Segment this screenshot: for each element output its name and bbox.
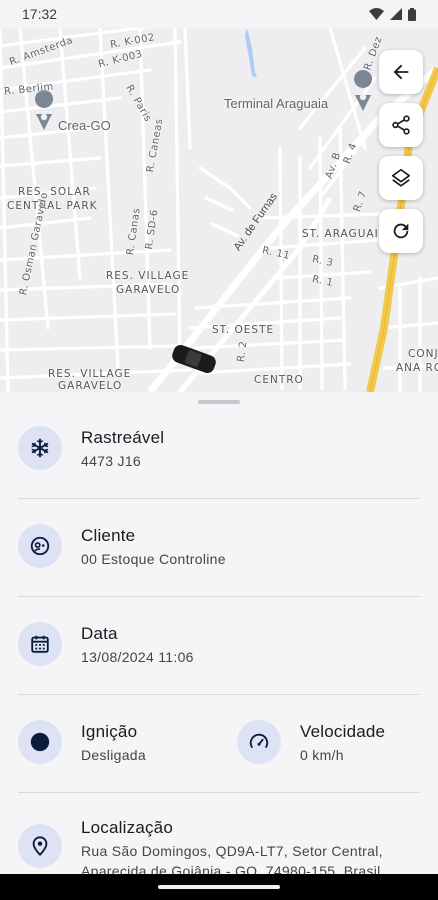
ignicao-value: Desligada xyxy=(81,747,146,763)
rastreavel-value: 4473 J16 xyxy=(81,453,142,469)
map-label-st-oeste: ST. OESTE xyxy=(212,324,275,336)
velocidade-title: Velocidade xyxy=(300,722,386,741)
ignition-status-icon xyxy=(30,732,50,752)
ignicao-velocidade-row: Ignição Desligada Velocidade 0 km/h xyxy=(0,720,438,765)
data-row: Data 13/08/2024 11:06 xyxy=(0,622,438,667)
status-icons xyxy=(369,7,416,21)
map-label-conj: CONJ xyxy=(408,348,438,360)
cliente-icon-badge xyxy=(18,524,62,568)
localizacao-line1: Rua São Domingos, QD9A-LT7, Setor Centra… xyxy=(81,843,383,859)
data-title: Data xyxy=(81,624,118,643)
map-label-res-village-2: RES. VILLAGE xyxy=(48,368,132,380)
share-button[interactable] xyxy=(379,103,423,147)
map-label-central-park: CENTRAL PARK xyxy=(7,200,98,212)
rastreavel-icon-badge xyxy=(18,426,62,470)
data-icon-badge xyxy=(18,622,62,666)
velocidade-value: 0 km/h xyxy=(300,747,344,763)
back-button[interactable] xyxy=(379,50,423,94)
map-label-garavelo-1: GARAVELO xyxy=(116,284,181,296)
layers-icon xyxy=(391,168,411,187)
status-time: 17:32 xyxy=(22,6,58,22)
home-gesture-pill[interactable] xyxy=(158,885,280,889)
system-nav-bar xyxy=(0,874,438,900)
drag-handle[interactable] xyxy=(198,400,240,404)
cliente-value: 00 Estoque Controline xyxy=(81,551,226,567)
cliente-title: Cliente xyxy=(81,526,136,545)
cliente-row: Cliente 00 Estoque Controline xyxy=(0,524,438,569)
battery-icon xyxy=(408,7,416,21)
user-face-icon xyxy=(30,536,50,556)
velocidade-icon-badge xyxy=(237,720,281,764)
layers-button[interactable] xyxy=(379,156,423,200)
location-pin-icon xyxy=(32,836,48,857)
divider xyxy=(18,498,420,499)
snowflake-icon xyxy=(31,438,49,458)
divider xyxy=(18,596,420,597)
status-bar: 17:32 xyxy=(0,0,438,28)
localizacao-row: Localização Rua São Domingos, QD9A-LT7, … xyxy=(0,816,438,881)
map-label-garavelo-2: GARAVELO xyxy=(58,380,123,392)
ignicao-icon-badge xyxy=(18,720,62,764)
poi-crea-go[interactable]: Crea-GO xyxy=(58,118,111,133)
rastreavel-row: Rastreável 4473 J16 xyxy=(0,426,438,471)
ignicao-item: Ignição Desligada xyxy=(18,720,237,765)
rastreavel-title: Rastreável xyxy=(81,428,165,447)
map-label-ana-rosa: ANA RO xyxy=(396,362,438,374)
localizacao-title: Localização xyxy=(81,818,173,837)
poi-terminal-araguaia[interactable]: Terminal Araguaia xyxy=(224,96,328,111)
divider xyxy=(18,694,420,695)
velocidade-item: Velocidade 0 km/h xyxy=(237,720,385,765)
data-value: 13/08/2024 11:06 xyxy=(81,649,194,665)
map-label-centro: CENTRO xyxy=(254,374,304,386)
speedometer-icon xyxy=(249,733,269,748)
localizacao-icon-badge xyxy=(18,824,62,868)
arrow-left-icon xyxy=(393,64,409,80)
refresh-icon xyxy=(393,223,409,239)
details-sheet[interactable]: Rastreável 4473 J16 Cliente 00 Estoque C… xyxy=(0,392,438,900)
ignicao-title: Ignição xyxy=(81,722,138,741)
map-label-st-araguaia: ST. ARAGUAI xyxy=(302,228,379,240)
map-view[interactable]: R. Amsterda R. K-002 R. K-003 R. Berlim … xyxy=(0,28,438,392)
share-icon xyxy=(392,115,410,135)
wifi-icon xyxy=(369,8,384,20)
signal-icon xyxy=(390,8,402,20)
refresh-button[interactable] xyxy=(379,209,423,253)
map-label-res-village-1: RES. VILLAGE xyxy=(106,270,190,282)
map-label-res-solar: RES. SOLAR xyxy=(18,186,91,198)
divider xyxy=(18,792,420,793)
calendar-icon xyxy=(31,635,49,653)
